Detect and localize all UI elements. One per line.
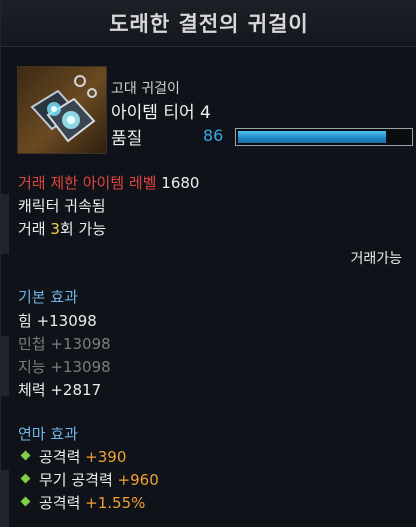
quality-bar — [235, 128, 413, 146]
item-tooltip: 도래한 결전의 귀걸이 고대 귀걸이 아이템 티어 4 품질 86 거래 제한 … — [0, 0, 416, 527]
base-effect-line: 힘 +13098 — [18, 312, 97, 330]
earring-icon — [17, 66, 107, 154]
adjacent-slot-edge — [1, 336, 9, 396]
tradeable-status: 거래가능 — [350, 251, 402, 267]
trade-count: 거래 3회 가능 — [18, 218, 106, 239]
item-title: 도래한 결전의 귀걸이 — [109, 12, 309, 36]
bound-status: 캐릭터 귀속됨 — [18, 197, 106, 215]
item-header: 고대 귀걸이 아이템 티어 4 품질 86 — [17, 58, 413, 158]
level-restriction: 거래 제한 아이템 레벨 1680 — [18, 172, 199, 193]
level-restriction-value: 1680 — [161, 174, 200, 192]
refine-effect-label: 무기 공격력 — [39, 471, 118, 489]
diamond-bullet-icon — [20, 473, 31, 484]
trade-count-suffix: 회 가능 — [59, 220, 107, 238]
refine-effect-label: 공격력 — [39, 494, 86, 512]
quality-bar-fill — [238, 131, 386, 143]
item-grade-type: 고대 귀걸이 — [111, 81, 180, 97]
refine-effect-line: 무기 공격력 +960 — [18, 469, 159, 490]
level-restriction-label: 거래 제한 아이템 레벨 — [18, 174, 157, 192]
quality-label: 품질 — [111, 129, 143, 149]
base-effect-line: 지능 +13098 — [18, 358, 111, 376]
base-effect-line: 민첩 +13098 — [18, 335, 111, 353]
item-tier: 아이템 티어 4 — [111, 103, 211, 123]
base-effects-header: 기본 효과 — [18, 288, 78, 306]
refine-effect-line: 공격력 +390 — [18, 446, 126, 467]
trade-count-prefix: 거래 — [18, 220, 51, 238]
refine-effect-line: 공격력 +1.55% — [18, 492, 145, 513]
diamond-bullet-icon — [20, 450, 31, 461]
adjacent-slot-edge — [1, 470, 9, 527]
tooltip-title-bar: 도래한 결전의 귀걸이 — [1, 0, 416, 47]
adjacent-slot-edge — [1, 194, 9, 254]
base-effect-line: 체력 +2817 — [18, 381, 102, 399]
trade-count-value: 3 — [50, 220, 60, 238]
refine-effects-header: 연마 효과 — [18, 425, 78, 443]
quality-value: 86 — [203, 126, 224, 145]
diamond-bullet-icon — [20, 496, 31, 507]
refine-effect-label: 공격력 — [39, 448, 86, 466]
refine-effect-value: +390 — [85, 448, 127, 466]
refine-effect-value: +960 — [117, 471, 159, 489]
refine-effect-value: +1.55% — [85, 494, 146, 512]
